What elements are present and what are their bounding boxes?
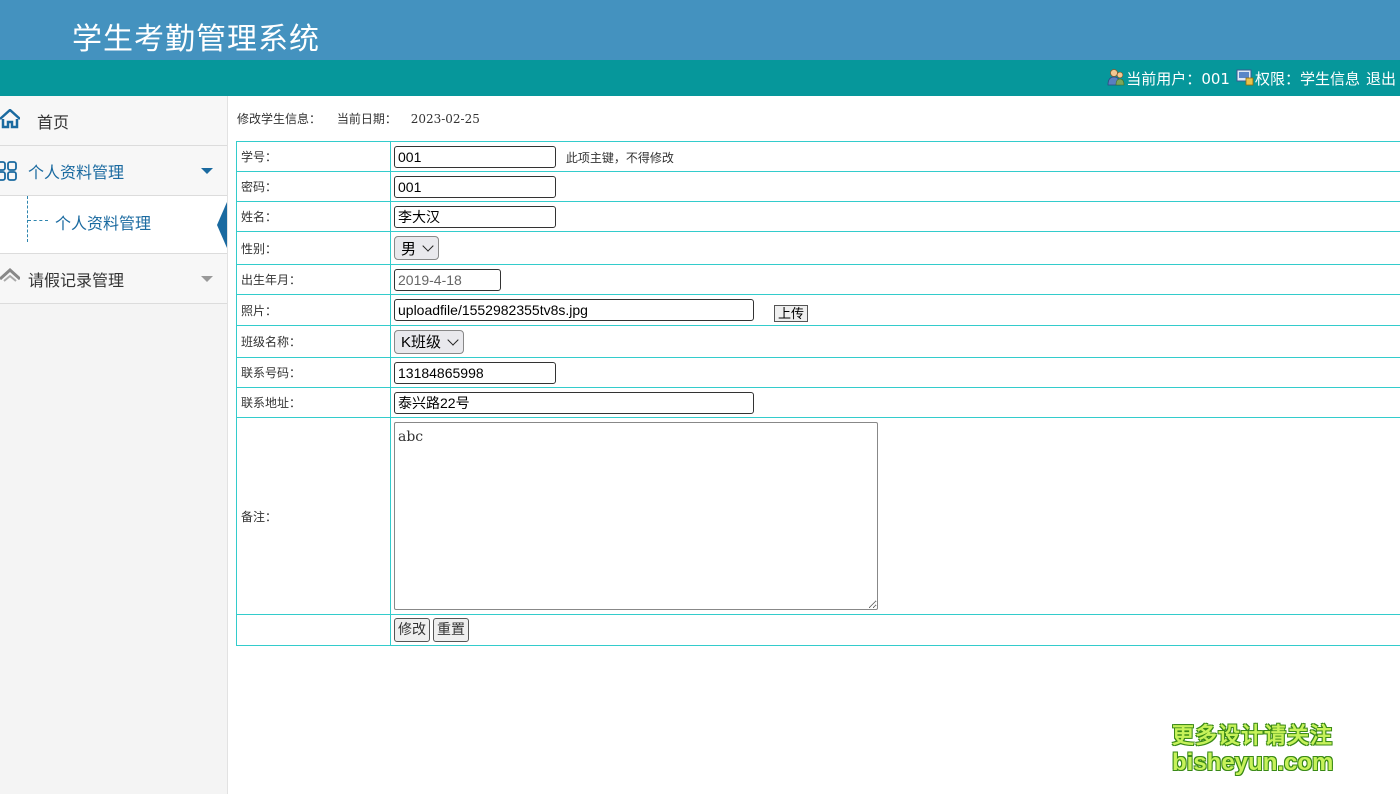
form-row-address: 联系地址： xyxy=(236,387,1400,418)
field-label: 备注： xyxy=(236,417,391,615)
form-row-student-id: 学号： 此项主键，不得修改 xyxy=(236,141,1400,172)
reset-button[interactable]: 重置 xyxy=(433,618,469,642)
watermark: 更多设计请关注 bisheyun.com xyxy=(1172,718,1333,776)
field-label: 学号： xyxy=(236,141,391,172)
breadcrumb: 修改学生信息： 当前日期： 2023-02-25 xyxy=(237,110,480,127)
app-title: 学生考勤管理系统 xyxy=(72,22,320,57)
password-input[interactable] xyxy=(394,175,556,198)
chevron-down-icon xyxy=(201,276,213,282)
tree-branch xyxy=(28,220,48,221)
sidebar-group-leave-label: 请假记录管理 xyxy=(28,270,125,290)
sidebar-group-profile[interactable]: 个人资料管理 xyxy=(0,146,227,196)
active-indicator-icon xyxy=(217,202,227,248)
chevron-down-icon xyxy=(201,168,213,174)
grid-icon xyxy=(0,161,17,181)
gender-select[interactable]: 男 xyxy=(394,236,440,260)
form-row-gender: 性别： 男 xyxy=(236,231,1400,265)
permission-label: 权限： xyxy=(1254,70,1300,88)
gender-select-value: 男 xyxy=(401,240,417,258)
sidebar-group-leave[interactable]: 请假记录管理 xyxy=(0,254,227,304)
class-select[interactable]: K班级 xyxy=(394,329,465,354)
field-label: 密码： xyxy=(236,171,391,202)
field-label: 联系号码： xyxy=(236,357,391,388)
current-user-label: 当前用户： xyxy=(1126,70,1202,88)
app-header: 学生考勤管理系统 xyxy=(0,0,1400,60)
watermark-line-1: 更多设计请关注 xyxy=(1172,723,1334,748)
form-row-actions: 修改 重置 xyxy=(236,614,1400,646)
birthdate-input[interactable] xyxy=(394,268,501,291)
sidebar-item-home-label: 首页 xyxy=(37,112,70,132)
form-row-phone: 联系号码： xyxy=(236,357,1400,388)
name-input[interactable] xyxy=(394,205,556,228)
field-label: 班级名称： xyxy=(236,325,391,358)
phone-input[interactable] xyxy=(394,361,556,384)
form-row-photo: 照片： 上传 xyxy=(236,294,1400,326)
form-row-password: 密码： xyxy=(236,171,1400,202)
form-row-memo: 备注： abc xyxy=(236,417,1400,615)
field-label: 照片： xyxy=(236,294,391,326)
roof-icon xyxy=(0,268,20,282)
memo-textarea[interactable]: abc xyxy=(394,422,878,610)
permission-value: 学生信息 xyxy=(1299,70,1360,88)
logout-link[interactable]: 退出 xyxy=(1366,68,1396,89)
form-row-birthdate: 出生年月： xyxy=(236,264,1400,295)
primary-key-hint: 此项主键，不得修改 xyxy=(565,150,674,165)
user-info: 当前用户： 001 权限： 学生信息 退出 xyxy=(1107,68,1396,89)
photo-path-input[interactable] xyxy=(394,299,754,321)
date-value: 2023-02-25 xyxy=(410,112,480,126)
student-id-input[interactable] xyxy=(394,145,556,168)
current-user-value: 001 xyxy=(1201,69,1230,88)
sidebar-group-profile-label: 个人资料管理 xyxy=(28,162,125,182)
sidebar-item-home[interactable]: 首页 xyxy=(0,96,227,146)
page-title: 修改学生信息： xyxy=(237,112,322,126)
user-bar: 当前用户： 001 权限： 学生信息 退出 xyxy=(0,60,1400,96)
class-select-value: K班级 xyxy=(401,334,442,351)
student-form: 学号： 此项主键，不得修改 密码： 姓名： 性别： 男 xyxy=(236,141,1400,646)
chevron-down-icon xyxy=(447,333,459,346)
permission-icon xyxy=(1236,69,1254,85)
field-label: 出生年月： xyxy=(236,264,391,295)
field-label: 姓名： xyxy=(236,201,391,232)
field-label: 性别： xyxy=(236,231,391,265)
sidebar-item-profile[interactable]: 个人资料管理 xyxy=(55,210,151,234)
sidebar-submenu-profile: 个人资料管理 xyxy=(0,196,227,254)
form-row-name: 姓名： xyxy=(236,201,1400,232)
sidebar: 首页 个人资料管理 个人资料管理 请假记录管理 xyxy=(0,96,228,794)
form-row-class: 班级名称： K班级 xyxy=(236,325,1400,358)
modify-button[interactable]: 修改 xyxy=(394,618,430,642)
upload-button[interactable]: 上传 xyxy=(774,305,809,322)
chevron-down-icon xyxy=(422,240,434,252)
address-input[interactable] xyxy=(394,391,754,414)
watermark-line-2: bisheyun.com xyxy=(1172,749,1334,776)
user-icon xyxy=(1107,68,1125,85)
tree-line xyxy=(27,196,28,242)
date-label: 当前日期： xyxy=(336,112,397,126)
home-icon xyxy=(0,109,20,129)
field-label: 联系地址： xyxy=(236,387,391,418)
